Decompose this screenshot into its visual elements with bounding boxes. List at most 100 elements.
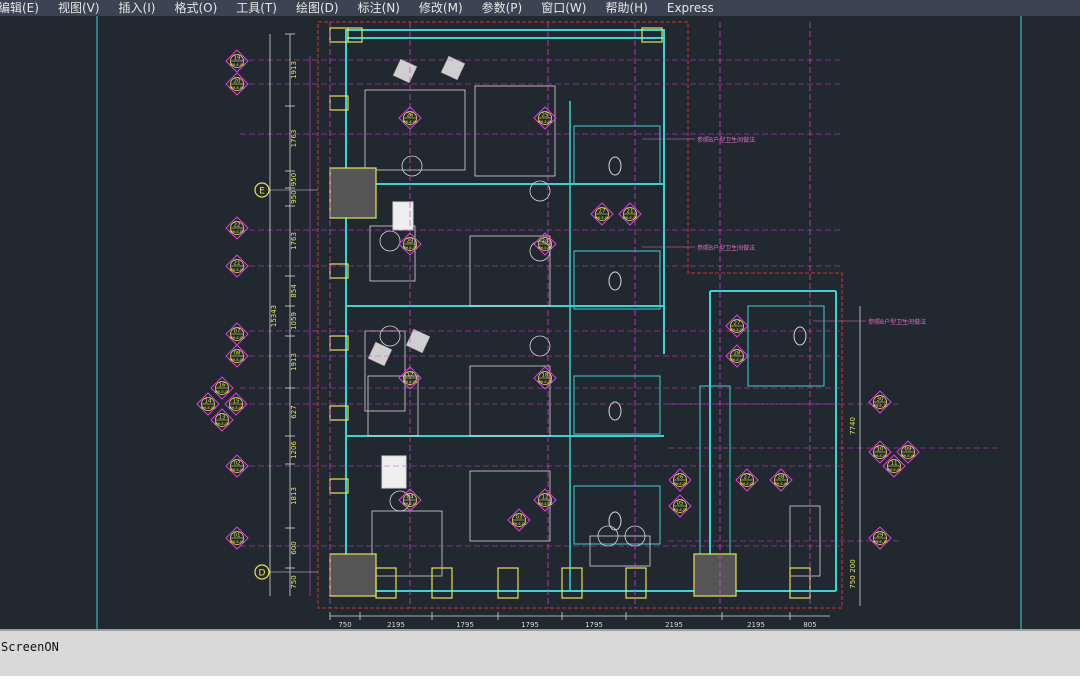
- annotation-0: 参照B户型卫生间做法: [697, 136, 755, 144]
- left-tag-4-code: MH-E-03: [230, 336, 245, 340]
- left-tag-2-num: 22: [234, 223, 241, 229]
- menu-bar: 编辑(E) 视图(V) 插入(I) 格式(O) 工具(T) 绘图(D) 标注(N) 修改(M)…: [0, 0, 1080, 16]
- toilet-3: [608, 511, 622, 531]
- top-wall: [345, 29, 665, 39]
- room-tag-7-code: MH-E-05: [538, 380, 553, 384]
- column-14: [789, 567, 811, 599]
- left-tag-1-num: 20: [234, 79, 241, 85]
- menu-item-5[interactable]: 绘图(D): [296, 0, 348, 16]
- right-tag-1-num: 10: [877, 447, 884, 453]
- fixture-circle-5: [529, 335, 551, 357]
- right-tag-2-num: 09: [905, 447, 912, 453]
- furniture-7: [469, 365, 551, 437]
- annotation-2: 参照B户型卫生间做法: [868, 318, 926, 326]
- left-tag-3-code: MH-E-07: [230, 268, 245, 272]
- room-tag-5-num: 21: [627, 209, 634, 215]
- annotation-1: 参照B户型卫生间做法: [697, 244, 755, 252]
- white-chair-object: [381, 455, 407, 489]
- menu-item-9[interactable]: 窗口(W): [541, 0, 595, 16]
- dim-left-total: 15343: [270, 305, 278, 327]
- menu-item-11[interactable]: Express: [667, 0, 723, 16]
- menu-item-8[interactable]: 参数(P): [482, 0, 532, 16]
- menu-item-6[interactable]: 标注(N): [358, 0, 409, 16]
- floor-plan-drawing[interactable]: 1913176395095017638541059191362712061813…: [0, 16, 1080, 629]
- right-tag-4-code: MH-E-10: [873, 540, 888, 544]
- menu-item-2[interactable]: 插入(I): [119, 0, 165, 16]
- menu-item-10[interactable]: 帮助(H): [605, 0, 656, 16]
- bathroom-0: [573, 125, 661, 185]
- furniture-2: [364, 330, 406, 412]
- room-tag-12-code: MH-E-06: [774, 482, 789, 486]
- bathroom-1: [573, 250, 661, 310]
- room-tag-1-num: 25: [542, 113, 549, 119]
- left-tag-5-code: MH-E-04: [230, 358, 246, 362]
- left-tag-5-num: 08: [234, 351, 241, 357]
- drawing-canvas[interactable]: 1913 1763 950 950 1763 854 1059 1913 627 1206 1813…: [0, 16, 1080, 629]
- dim-bottom-6: 2195: [747, 621, 765, 629]
- dim-left-2: 950: [290, 173, 298, 186]
- dim-left-0: 1913: [290, 61, 298, 79]
- menu-item-1[interactable]: 视图(V): [58, 0, 109, 16]
- menu-item-3[interactable]: 格式(O): [174, 0, 226, 16]
- room-tag-11-num: 27: [744, 475, 751, 481]
- toilet-4: [793, 326, 807, 346]
- dim-left-10: 1813: [290, 487, 298, 505]
- left-tag-6-code: MH-E-08: [215, 390, 230, 394]
- left-tag-1-code: MH-E-06: [230, 86, 245, 90]
- room-tag-2-num: 23: [407, 239, 414, 245]
- room-tag-13-code: MH-E-06: [730, 328, 745, 332]
- room-tag-8-code: MH-E-02: [403, 502, 418, 506]
- room-tag-9-num: 12: [542, 495, 549, 501]
- column-10: [497, 567, 519, 599]
- bathroom-2: [573, 375, 661, 435]
- command-line[interactable]: ScreenON: [0, 629, 1080, 676]
- room-tag-11-code: MH-E-06: [740, 482, 755, 486]
- column-13: [693, 553, 737, 597]
- toilet-1: [608, 271, 622, 291]
- toilet-0: [608, 156, 622, 176]
- room-tag-4-num: 27: [599, 209, 606, 215]
- chair-0: [392, 58, 418, 84]
- dim-left-3: 950: [290, 190, 298, 203]
- dim-right-2: 200: [849, 559, 857, 572]
- menu-item-4[interactable]: 工具(T): [236, 0, 286, 16]
- room-tag-8-num: 04: [407, 495, 414, 501]
- column-2: [329, 167, 377, 219]
- chair-1: [440, 55, 466, 81]
- command-text: ScreenON: [1, 640, 59, 654]
- right-tag-0-num: 30: [877, 397, 884, 403]
- furniture-4: [371, 510, 443, 577]
- dim-bottom-5: 2195: [665, 621, 683, 629]
- right-tag-2-code: MH-E-06: [901, 454, 916, 458]
- left-tag-9-num: 13: [219, 415, 226, 421]
- left-tag-9-code: MH-E-05: [215, 422, 230, 426]
- left-tag-2-code: MH-E-07: [230, 230, 245, 234]
- left-tag-6-num: 16: [219, 383, 226, 389]
- dim-left-11: 600: [290, 541, 298, 554]
- chair-3: [405, 328, 431, 354]
- left-tag-4-num: 07: [234, 329, 241, 335]
- left-tag-7-code: MH-E-08: [201, 406, 216, 410]
- room-tag-14-num: 28: [734, 351, 741, 357]
- dim-bottom-3: 1795: [521, 621, 539, 629]
- left-tag-0-code: MH-E-09: [230, 63, 245, 67]
- room-tag-3-num: 24: [542, 239, 549, 245]
- left-tag-8-code: MH-E-08: [229, 406, 244, 410]
- room-tag-16-num: 05: [677, 501, 684, 507]
- room-tag-0-code: MH-E-08: [403, 120, 418, 124]
- room-tag-12-num: 28: [778, 475, 785, 481]
- grid-bubble-label-1: D: [259, 569, 266, 579]
- right-tag-4-num: 29: [877, 533, 884, 539]
- menu-item-0[interactable]: 编辑(E): [0, 0, 48, 16]
- left-tag-10-num: 02: [234, 461, 241, 467]
- fixture-circle-0: [401, 155, 423, 177]
- dim-bottom-4: 1795: [585, 621, 603, 629]
- room-tag-6-num: 17: [407, 373, 414, 379]
- dim-right-1: 750: [849, 575, 857, 588]
- furniture-0: [364, 89, 466, 171]
- left-tag-7-num: 14: [205, 399, 212, 405]
- room-tag-15-num: 26: [677, 475, 684, 481]
- fixture-circle-4: [379, 325, 401, 347]
- room-tag-13-num: 27: [734, 321, 741, 327]
- menu-item-7[interactable]: 修改(M): [419, 0, 472, 16]
